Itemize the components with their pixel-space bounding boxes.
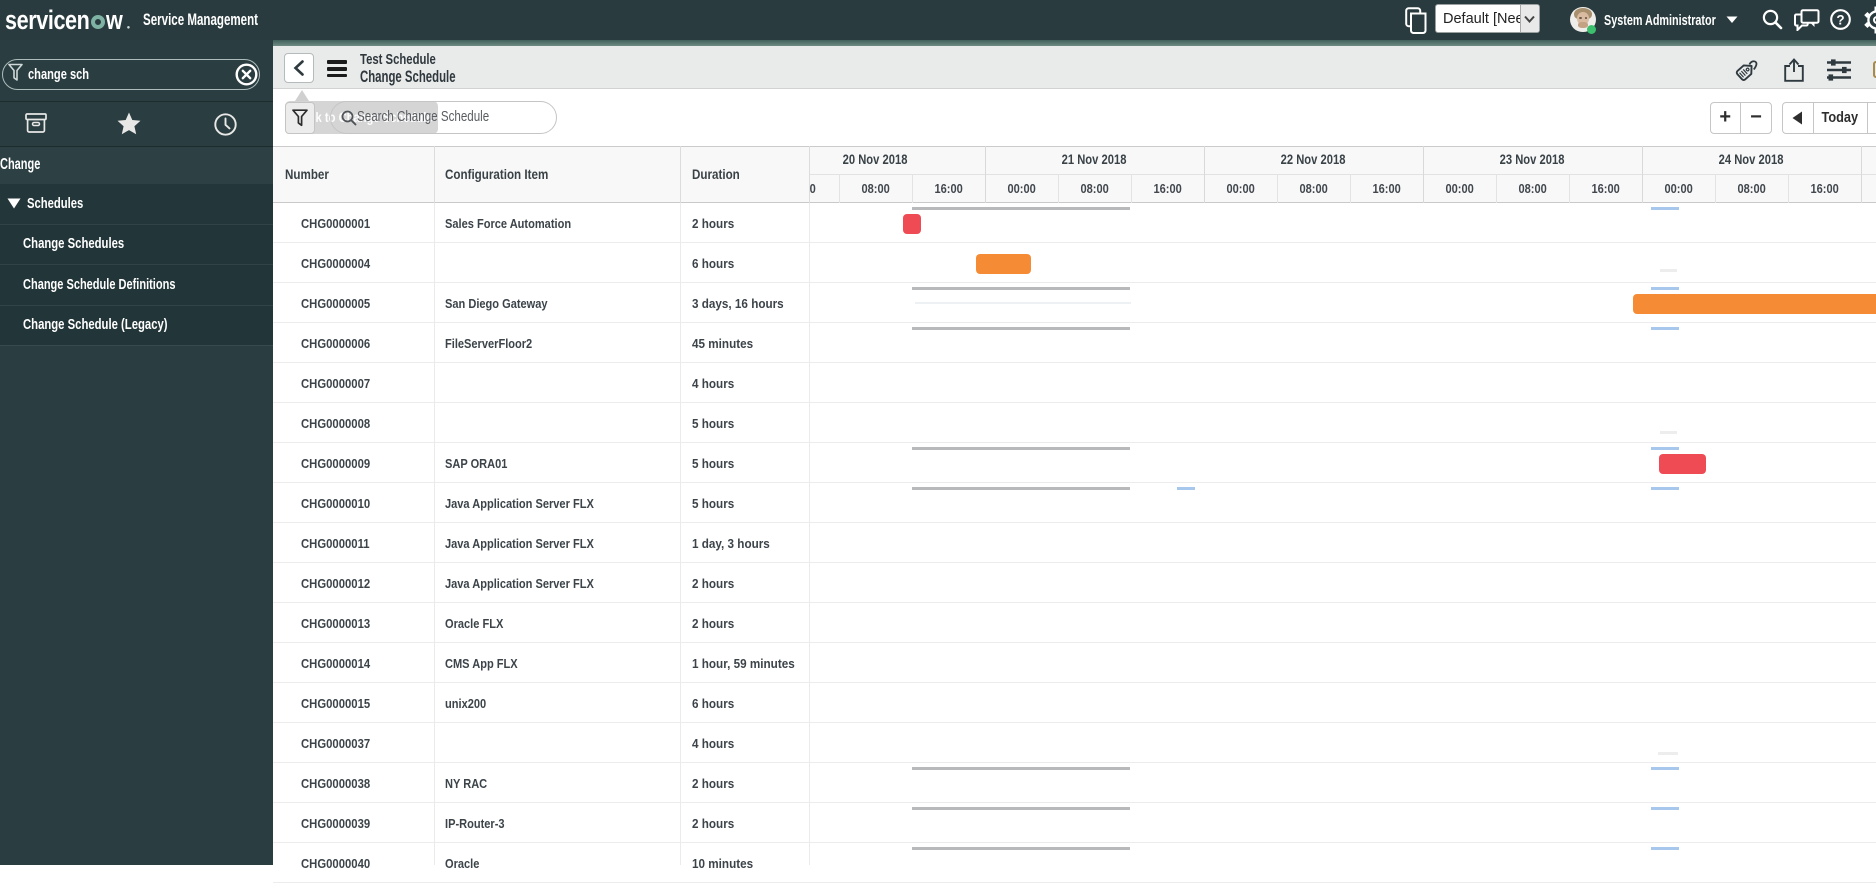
svg-text:?: ?	[1836, 12, 1844, 27]
